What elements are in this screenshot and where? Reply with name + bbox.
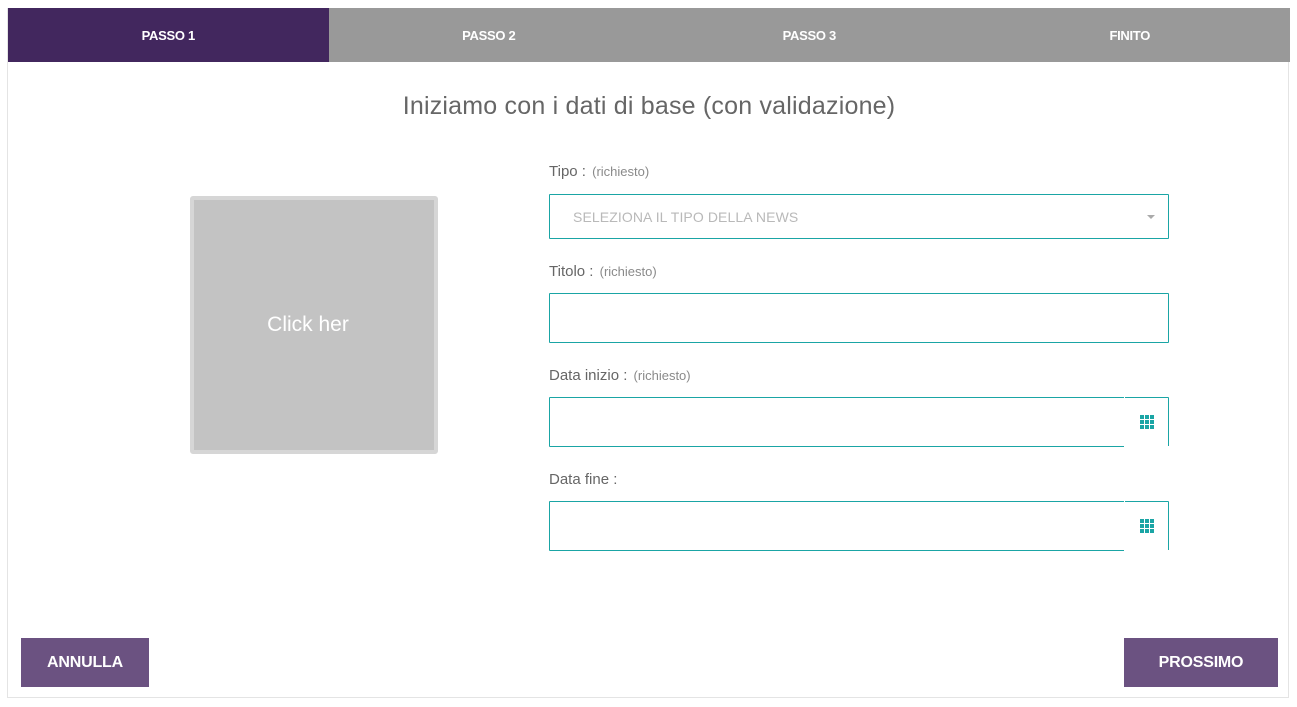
page-title: Iniziamo con i dati di base (con validaz…: [402, 92, 896, 120]
tipo-required-hint: (richiesto): [592, 164, 650, 179]
wizard-steps: PASSO 1 PASSO 2 PASSO 3 FINITO: [8, 8, 1290, 62]
data-fine-field-box: [549, 501, 1169, 551]
titolo-input[interactable]: [550, 294, 1168, 342]
calendar-grid-icon: [1140, 518, 1154, 533]
data-inizio-required-hint: (richiesto): [633, 368, 691, 383]
cancel-button-label: ANNULLA: [47, 653, 123, 671]
data-inizio-calendar-button[interactable]: [1124, 397, 1169, 447]
upload-text: Click her: [267, 313, 349, 336]
data-fine-label: Data fine :: [549, 471, 617, 488]
titolo-required-hint: (richiesto): [599, 264, 657, 279]
data-fine-calendar-button[interactable]: [1124, 501, 1169, 551]
next-button-label: PROSSIMO: [1158, 653, 1244, 671]
titolo-field-box: [549, 293, 1169, 343]
step-tab-label: FINITO: [1109, 27, 1151, 43]
next-button[interactable]: PROSSIMO: [1124, 638, 1278, 687]
titolo-label: Titolo : (richiesto): [549, 263, 657, 280]
image-upload-area[interactable]: Click her: [190, 196, 438, 454]
titolo-label-text: Titolo :: [549, 263, 594, 280]
step-tab-1[interactable]: PASSO 1: [8, 8, 329, 62]
data-fine-input[interactable]: [550, 502, 1168, 550]
chevron-down-icon: [1147, 215, 1155, 219]
tipo-label-text: Tipo :: [549, 163, 586, 180]
data-inizio-label-text: Data inizio :: [549, 367, 628, 384]
step-tab-label: PASSO 1: [141, 27, 196, 43]
step-tab-finish[interactable]: FINITO: [970, 8, 1291, 62]
step-tab-2[interactable]: PASSO 2: [329, 8, 650, 62]
tipo-select-placeholder: SELEZIONA IL TIPO DELLA NEWS: [573, 208, 799, 225]
data-fine-label-text: Data fine :: [549, 471, 618, 488]
data-inizio-input[interactable]: [550, 398, 1168, 446]
step-tab-3[interactable]: PASSO 3: [649, 8, 970, 62]
tipo-label: Tipo : (richiesto): [549, 163, 649, 180]
data-inizio-label: Data inizio : (richiesto): [549, 367, 691, 384]
wizard-container: PASSO 1 PASSO 2 PASSO 3 FINITO Iniziamo …: [7, 8, 1290, 698]
cancel-button[interactable]: ANNULLA: [21, 638, 149, 687]
step-tab-label: PASSO 3: [782, 27, 837, 43]
step-tab-label: PASSO 2: [462, 27, 516, 43]
calendar-grid-icon: [1140, 414, 1154, 429]
data-inizio-field-box: [549, 397, 1169, 447]
tipo-select[interactable]: SELEZIONA IL TIPO DELLA NEWS: [549, 194, 1169, 239]
